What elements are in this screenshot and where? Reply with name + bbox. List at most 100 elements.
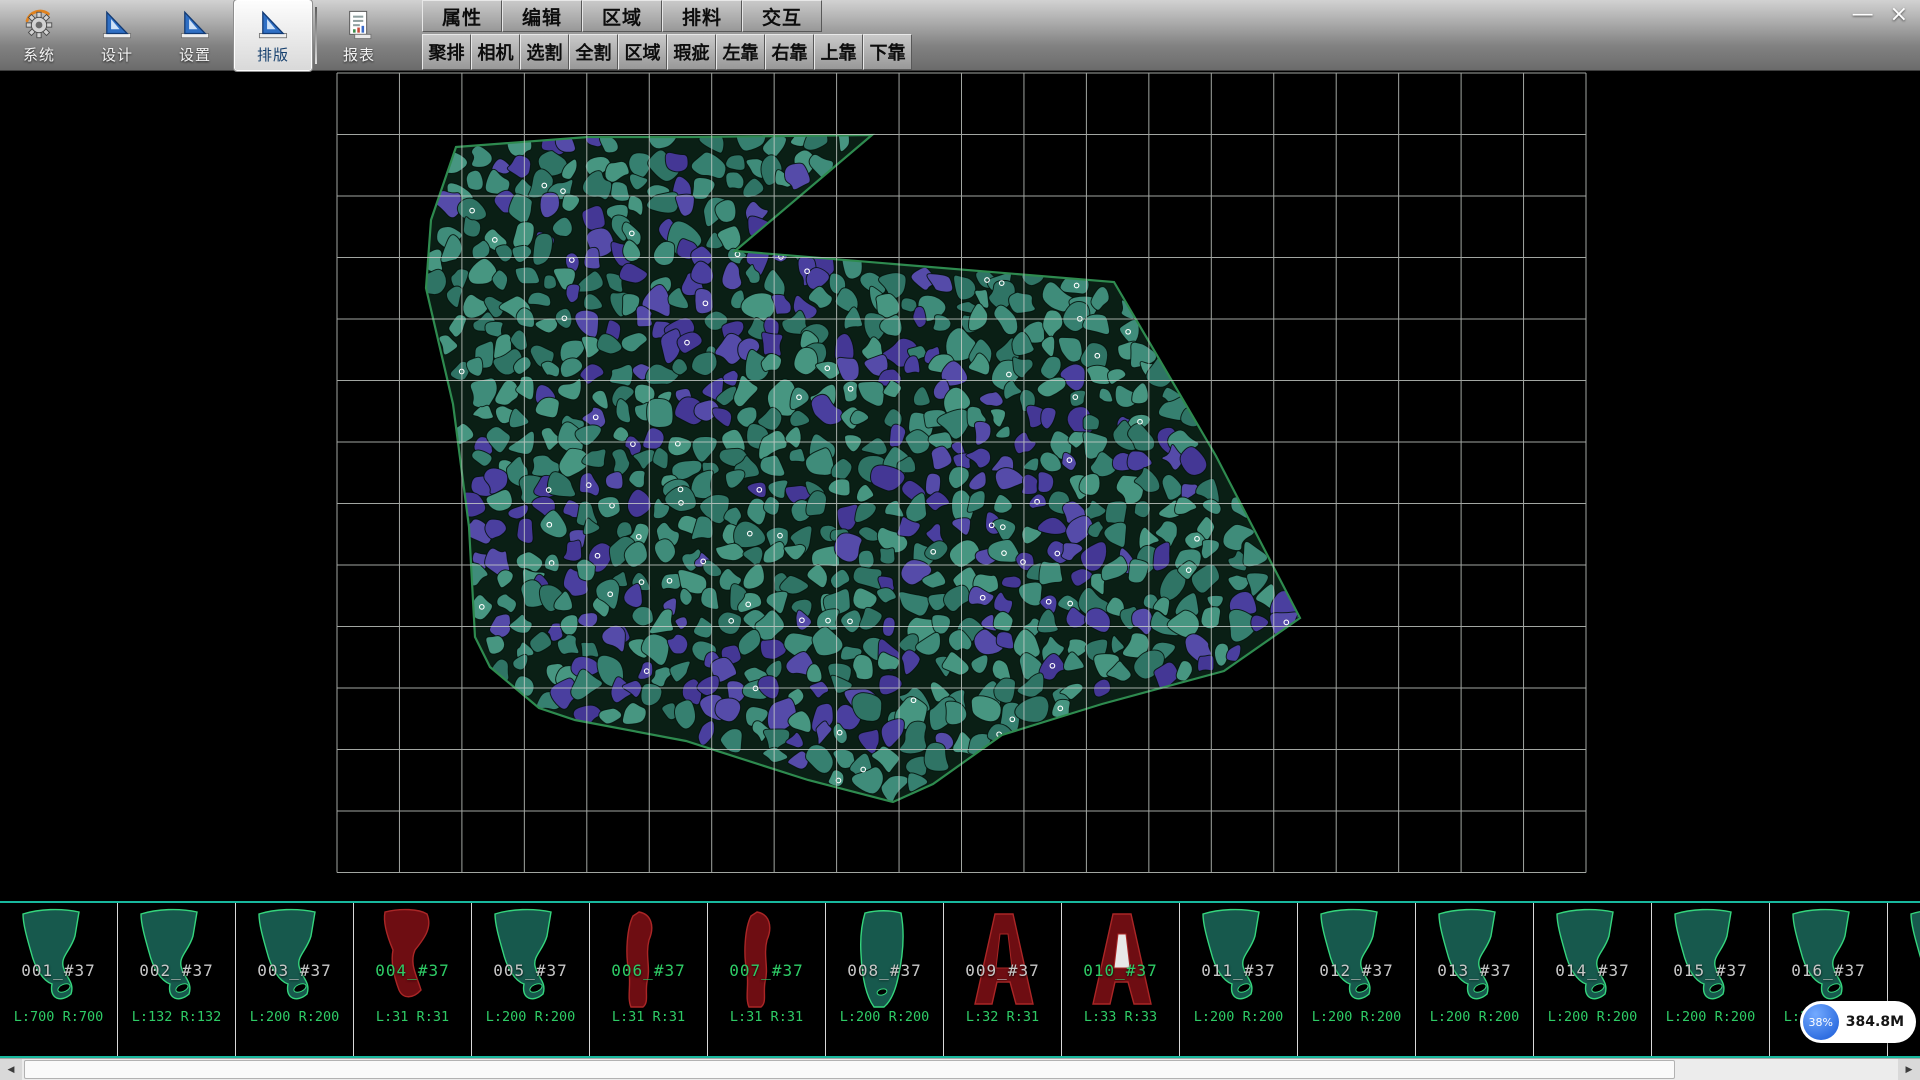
scroll-thumb[interactable] (24, 1060, 1675, 1079)
tool-camera-button[interactable]: 相机 (471, 34, 520, 70)
piece-lr-label: L:132 R:132 (118, 1009, 235, 1025)
nested-piece[interactable] (1038, 472, 1054, 493)
piece-thumbnail-006_#37[interactable]: 006_#37L:31 R:31 (590, 903, 708, 1056)
menu-tab-region[interactable]: 区域 (582, 0, 662, 32)
nested-piece[interactable] (544, 275, 557, 289)
piece-thumbnail-008_#37[interactable]: 008_#37L:200 R:200 (826, 903, 944, 1056)
nested-piece[interactable] (853, 655, 873, 680)
piece-thumbnail-002_#37[interactable]: 002_#37L:132 R:132 (118, 903, 236, 1056)
menu-tab-interaction[interactable]: 交互 (742, 0, 822, 32)
piece-name-label: 016_#37 (1770, 961, 1887, 980)
close-button[interactable]: × (1890, 2, 1908, 28)
tool-snap-top-button[interactable]: 上靠 (814, 34, 863, 70)
piece-thumbnail-011_#37[interactable]: 011_#37L:200 R:200 (1180, 903, 1298, 1056)
nested-piece[interactable] (486, 636, 505, 655)
piece-lr-label: L:31 R:31 (708, 1009, 825, 1025)
piece-shape (1189, 906, 1289, 1012)
piece-thumbnail-004_#37[interactable]: 004_#37L:31 R:31 (354, 903, 472, 1056)
piece-name-label: 006_#37 (590, 961, 707, 980)
scroll-left-button[interactable]: ◀ (0, 1059, 22, 1080)
scroll-track[interactable] (22, 1059, 1898, 1080)
tool-snap-bottom-button[interactable]: 下靠 (863, 34, 912, 70)
nav-nesting-button[interactable]: 排版 (234, 0, 312, 71)
nested-piece[interactable] (924, 742, 949, 771)
tool-snap-left-button[interactable]: 左靠 (716, 34, 765, 70)
nested-piece[interactable] (789, 448, 805, 461)
menu-tab-edit[interactable]: 编辑 (502, 0, 582, 32)
piece-thumbnail-007_#37[interactable]: 007_#37 L:31 R:31 (708, 903, 826, 1056)
nested-piece[interactable] (1002, 576, 1022, 588)
nested-piece[interactable] (763, 496, 779, 515)
top-toolbar: 系统设计设置排版报表 属性编辑区域排料交互 聚排相机选割全割区域瑕疵左靠右靠上靠… (0, 0, 1920, 71)
tool-cluster-nest-button[interactable]: 聚排 (422, 34, 471, 70)
nested-piece[interactable] (726, 155, 745, 171)
menu-tab-row: 属性编辑区域排料交互 (422, 0, 912, 32)
memory-progress-badge[interactable]: 38% 384.8M (1800, 1001, 1916, 1043)
nested-piece[interactable] (632, 606, 653, 625)
piece-thumbnail-005_#37[interactable]: 005_#37L:200 R:200 (472, 903, 590, 1056)
tool-region-button[interactable]: 区域 (618, 34, 667, 70)
tool-defect-button[interactable]: 瑕疵 (667, 34, 716, 70)
nested-piece[interactable] (647, 398, 673, 427)
nested-piece[interactable] (1201, 607, 1220, 629)
set-square-icon (100, 8, 134, 42)
piece-name-label: 007_#37 (708, 961, 825, 980)
menu-tab-properties[interactable]: 属性 (422, 0, 502, 32)
horizontal-scrollbar[interactable]: ◀ ▶ (0, 1058, 1920, 1080)
canvas-area[interactable] (0, 71, 1920, 901)
nested-piece[interactable] (1181, 407, 1203, 426)
piece-lr-label: L:200 R:200 (1534, 1009, 1651, 1025)
piece-lr-label: L:700 R:700 (0, 1009, 117, 1025)
piece-thumbnail-015_#37[interactable]: 015_#37L:200 R:200 (1652, 903, 1770, 1056)
nested-piece[interactable] (1105, 501, 1127, 525)
piece-thumbnail-013_#37[interactable]: 013_#37L:200 R:200 (1416, 903, 1534, 1056)
tool-full-cut-button[interactable]: 全割 (569, 34, 618, 70)
toolbar-separator (315, 7, 317, 64)
nested-piece[interactable] (996, 632, 1014, 649)
minimize-button[interactable]: — (1852, 2, 1874, 28)
piece-shape (835, 906, 935, 1012)
nested-piece[interactable] (858, 550, 874, 569)
nested-piece[interactable] (555, 132, 575, 152)
piece-shape (127, 906, 227, 1012)
canvas-grid (337, 73, 1586, 873)
piece-thumbnail-010_#37[interactable]: 010_#37 L:33 R:33 (1062, 903, 1180, 1056)
nav-settings-button[interactable]: 设置 (156, 0, 234, 71)
tool-snap-right-button[interactable]: 右靠 (765, 34, 814, 70)
piece-thumbnail-014_#37[interactable]: 014_#37L:200 R:200 (1534, 903, 1652, 1056)
piece-shape (1779, 906, 1879, 1012)
gear-icon (22, 8, 56, 42)
nav-design-button[interactable]: 设计 (78, 0, 156, 71)
nav-label: 设置 (179, 44, 211, 65)
tool-select-cut-button[interactable]: 选割 (520, 34, 569, 70)
nesting-canvas[interactable] (0, 71, 1920, 901)
piece-lr-label: L:200 R:200 (472, 1009, 589, 1025)
scroll-right-button[interactable]: ▶ (1898, 1059, 1920, 1080)
piece-thumbnail-003_#37[interactable]: 003_#37L:200 R:200 (236, 903, 354, 1056)
nested-piece[interactable] (412, 269, 446, 294)
piece-thumbnail-012_#37[interactable]: 012_#37L:200 R:200 (1298, 903, 1416, 1056)
nav-system-button[interactable]: 系统 (0, 0, 78, 71)
nested-piece[interactable] (880, 548, 895, 564)
piece-shape (953, 906, 1053, 1012)
nested-piece[interactable] (598, 497, 621, 518)
nested-piece[interactable] (517, 518, 533, 543)
piece-thumbnail-009_#37[interactable]: 009_#37L:32 R:31 (944, 903, 1062, 1056)
piece-shape (717, 906, 817, 1012)
nested-piece[interactable] (466, 170, 483, 190)
nav-report-button[interactable]: 报表 (320, 0, 398, 71)
piece-shape (599, 906, 699, 1012)
piece-name-label: 009_#37 (944, 961, 1061, 980)
progress-percent-label: 38% (1809, 1016, 1833, 1029)
nested-piece[interactable] (762, 332, 783, 356)
nav-icon-bar: 系统设计设置 排版报表 (0, 0, 398, 71)
piece-lr-label: L:200 R:200 (1416, 1009, 1533, 1025)
nested-piece[interactable] (1009, 292, 1036, 313)
piece-name-label: 010_#37 (1062, 961, 1179, 980)
nested-piece[interactable] (665, 152, 688, 171)
piece-name-label: 015_#37 (1652, 961, 1769, 980)
menu-tab-material[interactable]: 排料 (662, 0, 742, 32)
piece-thumbnail-001_#37[interactable]: 001_#37L:700 R:700 (0, 903, 118, 1056)
piece-lr-label: L:33 R:33 (1062, 1009, 1179, 1025)
piece-name-label: 008_#37 (826, 961, 943, 980)
